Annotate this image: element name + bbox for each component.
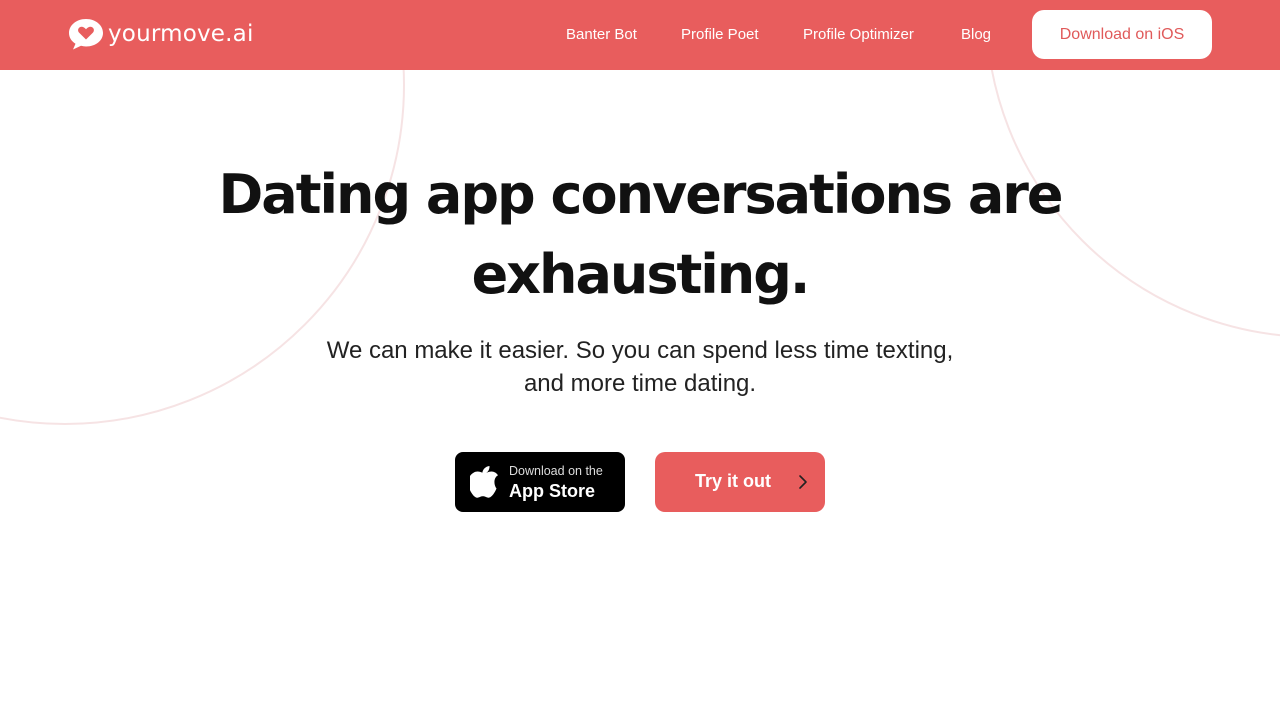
brand-name: yourmove.ai [108,21,254,47]
apple-icon [468,465,498,498]
hero-subtitle: We can make it easier. So you can spend … [0,334,1280,400]
hero-subtitle-line2: and more time dating. [523,370,757,397]
app-store-small-text: Download on the [509,464,603,478]
hero-title: Dating app conversations are exhausting. [0,155,1280,315]
hero-title-line1: Dating app conversations are [218,163,1063,226]
download-ios-button[interactable]: Download on iOS [1032,10,1212,59]
hero-subtitle-line1: We can make it easier. So you can spend … [326,337,954,364]
try-it-out-button[interactable]: Try it out [655,452,825,512]
app-store-big-text: App Store [509,481,596,501]
heart-chat-bubble-icon [68,17,104,51]
nav-link-blog[interactable]: Blog [961,26,991,43]
logo-link[interactable]: yourmove.ai [68,17,254,51]
navbar: yourmove.ai Banter Bot Profile Poet Prof… [0,0,1280,70]
try-it-out-label: Try it out [695,471,771,491]
hero-title-line2: exhausting. [471,243,811,306]
nav-link-banter-bot[interactable]: Banter Bot [566,26,637,43]
nav-link-profile-poet[interactable]: Profile Poet [681,26,759,43]
chevron-right-icon [798,474,808,490]
nav-link-profile-optimizer[interactable]: Profile Optimizer [803,26,914,43]
app-store-button[interactable]: Download on the App Store [455,452,625,512]
